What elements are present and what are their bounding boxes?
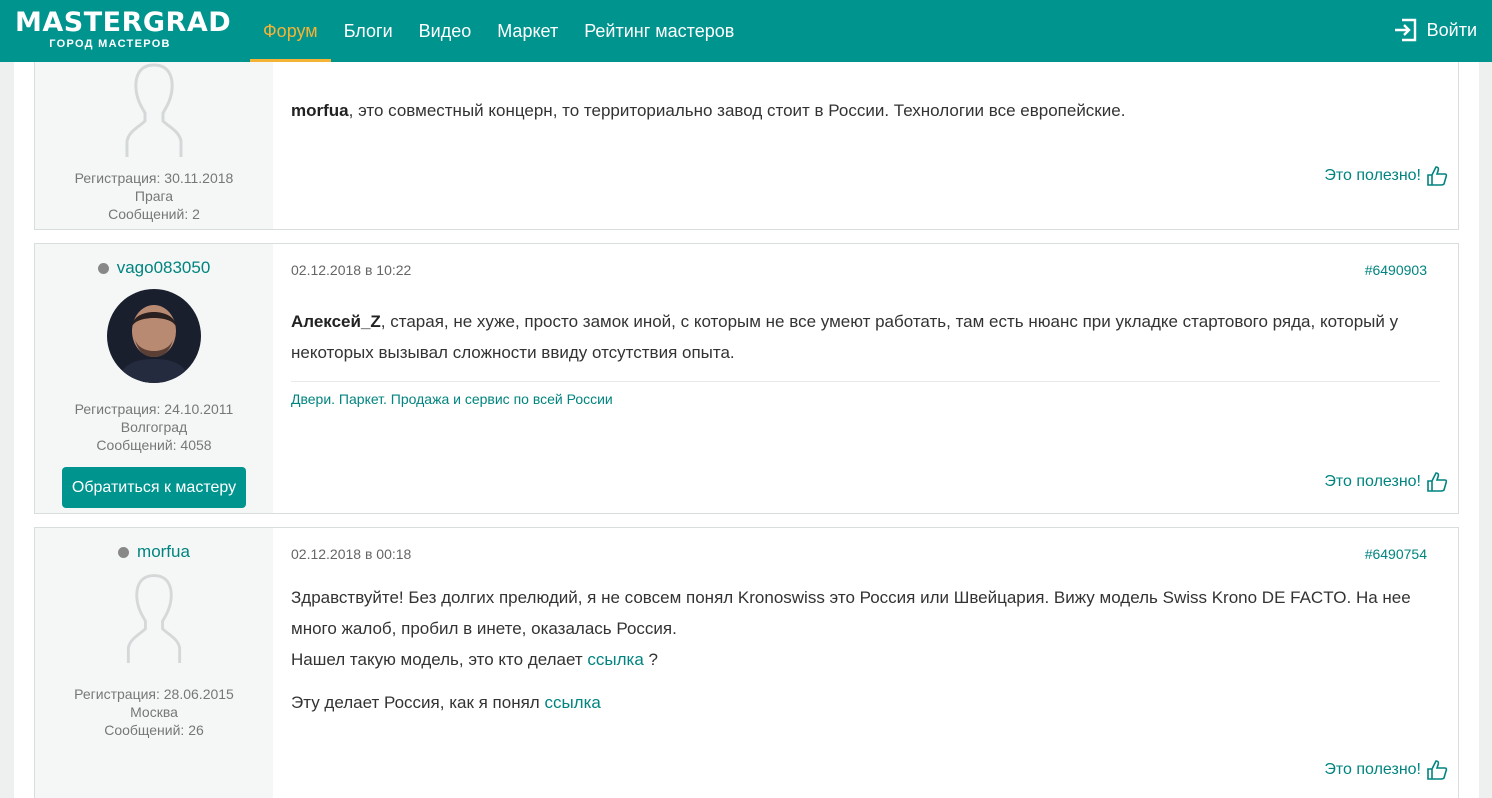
- message-count: Сообщений: 4058: [96, 437, 212, 453]
- thumbs-up-icon: [1427, 472, 1448, 492]
- external-link[interactable]: ссылка: [587, 650, 643, 669]
- contact-master-button[interactable]: Обратиться к мастеру: [61, 467, 247, 508]
- forum-thread: Регистрация: 30.11.2018 Прага Сообщений:…: [14, 62, 1479, 798]
- author-name: vago083050: [116, 258, 211, 277]
- useful-button[interactable]: Это полезно!: [1324, 759, 1448, 781]
- post-date: 02.12.2018 в 00:18: [291, 546, 412, 562]
- avatar-placeholder-icon: [126, 574, 182, 663]
- quoted-user[interactable]: Алексей_Z: [291, 312, 381, 331]
- nav-forum[interactable]: Форум: [250, 0, 331, 62]
- post-content: 02.12.2018 в 00:18 #6490754 Здравствуйте…: [273, 528, 1458, 798]
- signature-divider: [291, 381, 1440, 382]
- nav-rating[interactable]: Рейтинг мастеров: [571, 0, 747, 62]
- post-text-body: , это совместный концерн, то территориал…: [348, 101, 1126, 120]
- post-paragraph: Эту делает Россия, как я понял ссылка: [291, 687, 1438, 718]
- post-content: morfua, это совместный концерн, то терри…: [273, 62, 1458, 229]
- post-author-panel: Регистрация: 30.11.2018 Прага Сообщений:…: [35, 62, 273, 229]
- author-city: Прага: [134, 188, 174, 204]
- post-text: morfua, это совместный концерн, то терри…: [291, 95, 1438, 126]
- login-button[interactable]: Войти: [1393, 18, 1477, 42]
- post-text-body: ?: [643, 650, 659, 669]
- post-text-body: , старая, не хуже, просто замок иной, с …: [291, 312, 1399, 362]
- post-content: 02.12.2018 в 10:22 #6490903 Алексей_Z, с…: [273, 244, 1458, 513]
- forum-post: Регистрация: 30.11.2018 Прага Сообщений:…: [34, 62, 1459, 230]
- post-author-panel: vago083050 Регистрация: 24.10.2011 Волго…: [35, 244, 273, 513]
- main-nav: Форум Блоги Видео Маркет Рейтинг мастеро…: [250, 0, 747, 62]
- useful-button[interactable]: Это полезно!: [1324, 471, 1448, 493]
- post-author-panel: morfua Регистрация: 28.06.2015 Москва Со…: [35, 528, 273, 798]
- nav-blogs[interactable]: Блоги: [331, 0, 406, 62]
- author-name: morfua: [137, 542, 190, 561]
- author-link[interactable]: vago083050: [35, 258, 273, 278]
- useful-button[interactable]: Это полезно!: [1324, 165, 1448, 187]
- logo-main-text: MASTERGRAD: [15, 7, 232, 38]
- nav-market[interactable]: Маркет: [484, 0, 571, 62]
- useful-label: Это полезно!: [1324, 167, 1421, 184]
- author-city: Волгоград: [120, 419, 188, 435]
- registration-date: Регистрация: 30.11.2018: [74, 170, 234, 186]
- message-count: Сообщений: 2: [108, 206, 200, 222]
- registration-date: Регистрация: 28.06.2015: [74, 686, 234, 702]
- post-paragraph: Нашел такую модель, это кто делает ссылк…: [291, 644, 1438, 675]
- thumbs-up-icon: [1427, 760, 1448, 780]
- avatar[interactable]: [107, 289, 201, 383]
- thumbs-up-icon: [1427, 166, 1448, 186]
- login-icon: [1394, 18, 1416, 42]
- top-bar: MASTERGRAD ГОРОД МАСТЕРОВ Форум Блоги Ви…: [0, 0, 1492, 62]
- logo-sub-text: ГОРОД МАСТЕРОВ: [49, 38, 171, 50]
- author-city: Москва: [130, 704, 178, 720]
- post-number-link[interactable]: #6490903: [1365, 262, 1427, 278]
- useful-label: Это полезно!: [1324, 761, 1421, 778]
- site-logo[interactable]: MASTERGRAD ГОРОД МАСТЕРОВ: [15, 7, 232, 51]
- post-paragraph: Здравствуйте! Без долгих прелюдий, я не …: [291, 588, 1411, 638]
- external-link[interactable]: ссылка: [544, 693, 600, 712]
- forum-post: morfua Регистрация: 28.06.2015 Москва Со…: [34, 527, 1459, 798]
- post-number-link[interactable]: #6490754: [1365, 546, 1427, 562]
- nav-video[interactable]: Видео: [406, 0, 485, 62]
- offline-status-dot: [118, 546, 130, 558]
- post-text-body: Нашел такую модель, это кто делает: [291, 650, 588, 669]
- avatar-placeholder-icon: [125, 63, 183, 157]
- signature-link[interactable]: Двери. Паркет. Продажа и сервис по всей …: [291, 391, 613, 407]
- author-link[interactable]: morfua: [35, 542, 273, 562]
- quoted-user[interactable]: morfua: [291, 101, 349, 120]
- login-label: Войти: [1426, 19, 1477, 40]
- forum-post: vago083050 Регистрация: 24.10.2011 Волго…: [34, 243, 1459, 514]
- message-count: Сообщений: 26: [104, 722, 204, 738]
- user-photo-icon: [107, 289, 201, 383]
- offline-status-dot: [97, 262, 109, 274]
- registration-date: Регистрация: 24.10.2011: [74, 401, 234, 417]
- useful-label: Это полезно!: [1324, 473, 1421, 490]
- post-text: Алексей_Z, старая, не хуже, просто замок…: [291, 306, 1438, 368]
- post-date: 02.12.2018 в 10:22: [291, 262, 412, 278]
- post-text-body: Эту делает Россия, как я понял: [291, 693, 545, 712]
